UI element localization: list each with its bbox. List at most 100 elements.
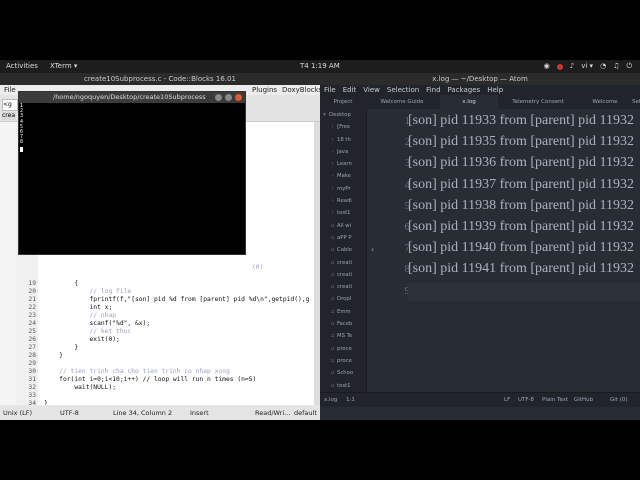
xterm-window[interactable]: /home/ngoquyen/Desktop/create10Subproces… [18,91,246,255]
tree-file[interactable]: ▫ test1 [320,380,366,392]
tree-file[interactable]: ▫ creati [320,269,366,281]
project-tab[interactable]: crea [2,112,16,120]
code-line: for(int i=0;i<10;i++) // loop will run n… [44,376,257,383]
codeblocks-statusbar: Unix (LF) UTF-8 Line 34, Column 2 Insert… [0,406,320,420]
tab-project[interactable]: Project [320,95,366,109]
tree-item-label: Schoo [337,370,354,377]
status-grammar[interactable]: Plain Text [542,393,568,407]
tree-folder[interactable]: › Learn [320,158,366,170]
chevron-right-icon: › [331,136,334,143]
code-line: // log file [44,288,132,295]
tree-file[interactable]: ▫ Faceb [320,318,366,330]
menu-packages[interactable]: Packages [448,86,481,94]
tree-item-label: Readi [337,198,352,205]
tree-file[interactable]: ▫ Cable [320,244,366,256]
code-line: // tien trinh cha cho tien trinh co nhap… [44,368,230,375]
line-number: 3 [404,157,411,170]
project-tree[interactable]: ▾ Desktop › [Free › 18 th › Java › Learn › Make › myP… [320,109,366,392]
wifi-icon[interactable]: ◔ [600,60,606,73]
terminal-cursor [20,146,23,152]
menu-plugins[interactable]: Plugins [252,85,277,95]
status-file[interactable]: x.log [324,393,337,407]
status-eol[interactable]: LF [504,393,510,407]
tree-file[interactable]: ▫ Dropl [320,293,366,305]
power-icon[interactable]: ⏻ [626,60,632,73]
code-line: exit(0); [44,336,120,343]
tab-settings[interactable]: Settings [632,95,640,109]
menu-file[interactable]: File [324,86,336,94]
management-panel [0,122,16,405]
line-number: 19 [28,280,36,287]
tab-welcome[interactable]: Welcome [582,95,628,109]
line-number: 27 [28,344,36,351]
tree-file[interactable]: ▫ aPP P [320,232,366,244]
menu-help[interactable]: Help [487,86,503,94]
line-number: 28 [28,352,36,359]
tree-resizer[interactable]: ‹ [366,109,385,392]
status-git[interactable]: Git (0) [610,393,628,407]
line-number: 21 [28,296,36,303]
tree-root-label: Desktop [329,112,351,118]
menu-selection[interactable]: Selection [387,86,419,94]
app-menu[interactable]: XTerm ▾ [50,60,77,73]
file-icon: ▫ [330,370,335,377]
tree-item-label: Dropl [337,296,352,303]
network-icon[interactable]: ◉ [544,60,550,73]
code-line: int x; [44,304,113,311]
tab-xlog[interactable]: x.log [440,95,498,109]
scope-dropdown[interactable]: <g [2,99,18,111]
tree-item-label: proce [337,357,352,364]
status-eol: Unix (LF) [3,409,33,417]
menu-doxyblocks[interactable]: DoxyBlocks [282,85,322,95]
status-encoding[interactable]: UTF-8 [518,393,534,407]
status-github[interactable]: GitHub [574,393,593,407]
xterm-titlebar[interactable]: /home/ngoquyen/Desktop/create10Subproces… [19,92,245,103]
tree-file[interactable]: ▫ creati [320,281,366,293]
menu-edit[interactable]: Edit [343,86,357,94]
menu-view[interactable]: View [363,86,380,94]
tree-folder[interactable]: › [Free [320,121,366,133]
tree-folder[interactable]: › test1 [320,207,366,219]
tab-welcome-guide[interactable]: Welcome Guide [376,95,428,109]
tree-file[interactable]: ▫ Emm [320,306,366,318]
language-indicator[interactable]: vi ▾ [581,60,593,73]
system-tray: ◉ ♪ vi ▾ ◔ ♫ ⏻ [544,60,632,73]
log-line: [son] pid 11936 from [parent] pid 11932 [408,155,635,171]
line-number: 5 [404,199,411,212]
line-number: 25 [28,328,36,335]
tree-folder[interactable]: › Make [320,170,366,182]
activities-button[interactable]: Activities [6,60,38,73]
file-icon: ▫ [330,357,335,364]
menu-find[interactable]: Find [426,86,440,94]
tree-root[interactable]: ▾ Desktop [320,109,366,121]
tree-file[interactable]: ▫ All wi [320,220,366,232]
maximize-icon[interactable] [225,94,232,101]
record-icon[interactable] [556,63,563,70]
tab-telemetry[interactable]: Telemetry Consent [502,95,574,109]
tree-folder[interactable]: › Readi [320,195,366,207]
atom-editor[interactable]: 1 [son] pid 11933 from [parent] pid 11932… [384,109,640,392]
tree-folder[interactable]: › myPr [320,183,366,195]
menu-file[interactable]: File [4,86,16,94]
clock[interactable]: T4 1:19 AM [300,60,340,73]
tree-file[interactable]: ▫ Schoo [320,367,366,379]
tree-folder[interactable]: › 18 th [320,134,366,146]
file-icon: ▫ [330,321,335,328]
tree-folder[interactable]: › Java [320,146,366,158]
tree-file[interactable]: ▫ proce [320,343,366,355]
tree-file[interactable]: ▫ creati [320,257,366,269]
log-line: [son] pid 11940 from [parent] pid 11932 [408,240,635,256]
tree-item-label: creati [337,271,353,278]
tree-file[interactable]: ▫ proce [320,355,366,367]
status-cursor[interactable]: 1:1 [346,393,355,407]
volume-icon[interactable]: ♫ [613,60,619,73]
tree-item-label: proce [337,345,352,352]
line-number: 23 [28,312,36,319]
minimize-icon[interactable] [215,94,222,101]
terminal-output[interactable]: 12345678 [19,103,245,254]
atom-statusbar: x.log 1:1 LF UTF-8 Plain Text GitHub Git… [320,392,640,407]
collapse-arrow-icon[interactable]: ‹ [371,245,374,254]
bell-icon[interactable]: ♪ [570,60,574,73]
tree-file[interactable]: ▫ MS Te [320,330,366,342]
close-icon[interactable] [235,94,242,101]
